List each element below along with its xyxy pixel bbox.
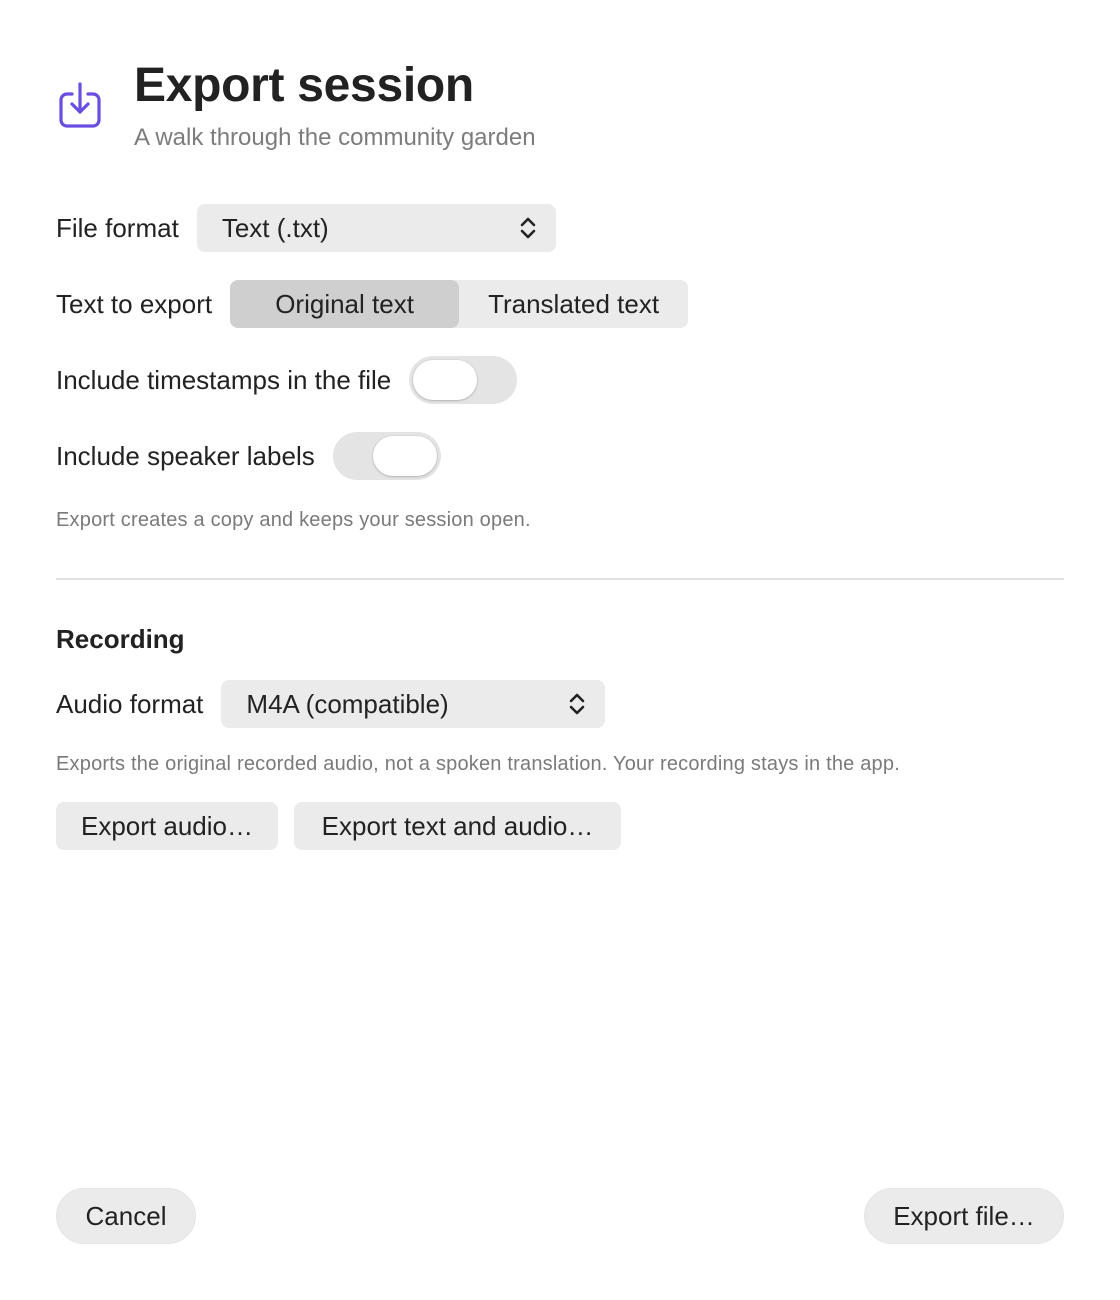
audio-format-label: Audio format xyxy=(56,688,204,719)
timestamps-row: Include timestamps in the file xyxy=(56,356,518,404)
timestamps-toggle[interactable] xyxy=(409,356,518,404)
segment-original-text[interactable]: Original text xyxy=(230,280,460,328)
file-format-value: Text (.txt) xyxy=(221,212,329,243)
toggle-knob xyxy=(372,436,437,476)
header-text: Export session A walk through the commun… xyxy=(134,58,536,152)
speaker-labels-label: Include speaker labels xyxy=(56,440,315,471)
chevron-up-down-icon xyxy=(570,693,585,715)
section-divider xyxy=(56,578,1064,580)
export-text-and-audio-button[interactable]: Export text and audio… xyxy=(294,802,621,850)
segment-translated-text[interactable]: Translated text xyxy=(459,280,688,328)
cancel-button[interactable]: Cancel xyxy=(56,1188,196,1244)
download-tray-icon xyxy=(59,82,101,128)
export-audio-button[interactable]: Export audio… xyxy=(56,802,278,850)
recording-hint: Exports the original recorded audio, not… xyxy=(56,753,900,775)
file-format-select[interactable]: Text (.txt) xyxy=(196,204,556,252)
text-to-export-segmented-control: Original text Translated text xyxy=(230,280,689,328)
speaker-labels-toggle[interactable] xyxy=(332,432,441,480)
page-title: Export session xyxy=(134,59,474,112)
file-format-label: File format xyxy=(56,212,179,243)
recording-section-title: Recording xyxy=(56,624,185,654)
audio-format-select[interactable]: M4A (compatible) xyxy=(221,680,606,728)
text-to-export-label: Text to export xyxy=(56,288,213,319)
chevron-up-down-icon xyxy=(520,217,536,239)
dialog-header: Export session A walk through the commun… xyxy=(56,58,536,152)
timestamps-label: Include timestamps in the file xyxy=(56,364,392,395)
file-format-row: File format Text (.txt) xyxy=(56,204,556,252)
text-to-export-row: Text to export Original text Translated … xyxy=(56,280,689,328)
export-hint: Export creates a copy and keeps your ses… xyxy=(56,509,531,531)
audio-format-row: Audio format M4A (compatible) xyxy=(56,680,606,728)
speaker-labels-row: Include speaker labels xyxy=(56,432,441,480)
export-file-button[interactable]: Export file… xyxy=(864,1188,1064,1244)
audio-format-value: M4A (compatible) xyxy=(246,688,449,719)
session-subtitle: A walk through the community garden xyxy=(134,124,536,151)
toggle-knob xyxy=(413,360,478,400)
